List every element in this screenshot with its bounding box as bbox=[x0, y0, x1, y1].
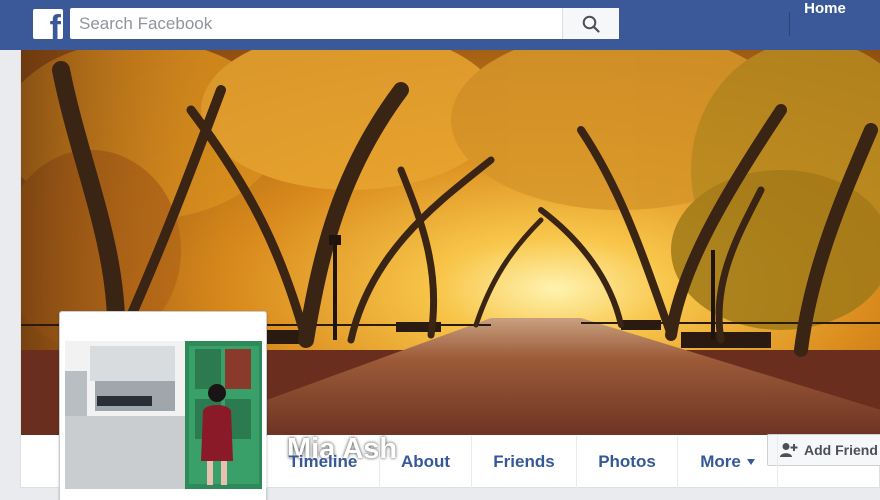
search-button[interactable] bbox=[562, 8, 619, 39]
search-input[interactable] bbox=[70, 8, 562, 39]
profile-photo bbox=[65, 341, 262, 489]
add-friend-icon bbox=[780, 443, 798, 457]
profile-photo-image bbox=[65, 341, 262, 489]
tab-label: About bbox=[400, 452, 451, 471]
tab-timeline[interactable]: Timeline bbox=[266, 436, 379, 488]
profile-header: Mia Ash Add Friend bbox=[20, 50, 880, 500]
top-navigation-bar: f Home bbox=[0, 0, 880, 50]
tab-label: Photos bbox=[598, 452, 656, 471]
caret-down-icon bbox=[746, 459, 755, 465]
tab-more[interactable]: More bbox=[677, 436, 778, 488]
tab-label: More bbox=[700, 452, 741, 471]
search-box bbox=[70, 8, 619, 39]
tab-friends[interactable]: Friends bbox=[471, 436, 576, 488]
tab-photos[interactable]: Photos bbox=[576, 436, 677, 488]
tab-label: Friends bbox=[493, 452, 555, 471]
home-link[interactable]: Home bbox=[790, 0, 860, 46]
add-friend-button[interactable]: Add Friend bbox=[767, 434, 880, 466]
profile-picture-frame[interactable] bbox=[59, 311, 267, 500]
search-icon bbox=[582, 15, 600, 33]
tab-label: Timeline bbox=[288, 452, 358, 471]
profile-tabs: Timeline About Friends Photos More bbox=[266, 436, 778, 488]
facebook-logo-icon[interactable]: f bbox=[33, 9, 63, 39]
tab-about[interactable]: About bbox=[379, 436, 471, 488]
add-friend-label: Add Friend bbox=[804, 442, 878, 458]
